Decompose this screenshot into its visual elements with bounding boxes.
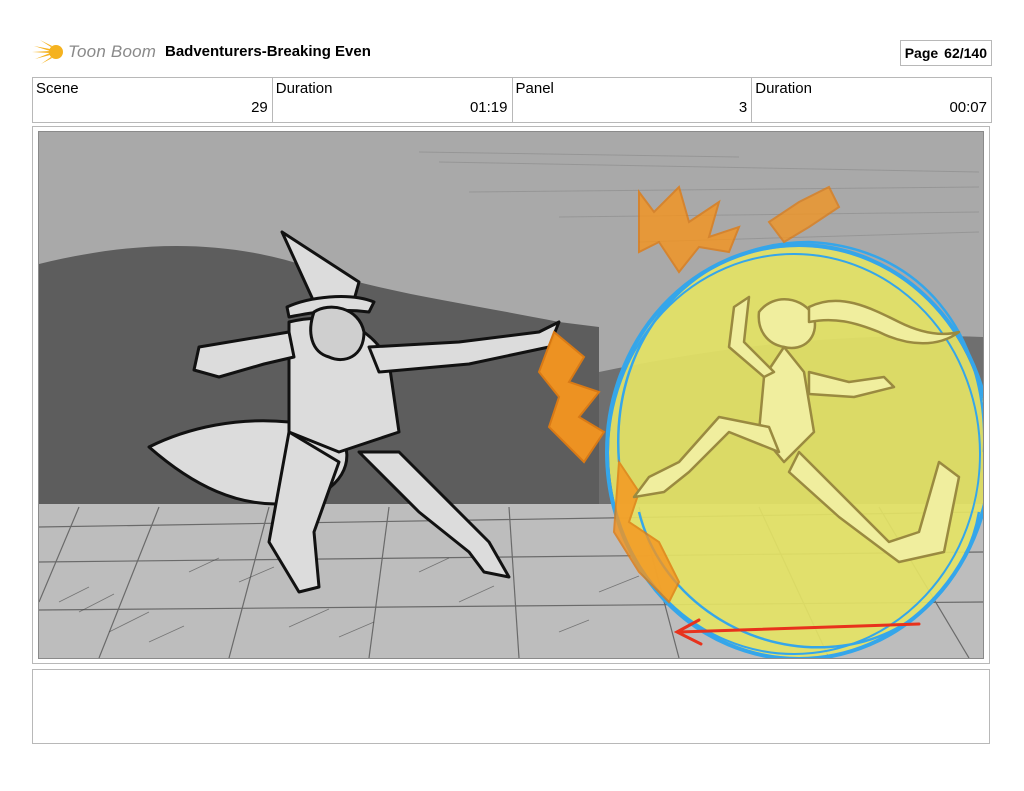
scene-value: 29 [251, 99, 268, 116]
page-label: Page [904, 45, 939, 61]
panel-duration-value: 00:07 [949, 99, 987, 116]
storyboard-panel-image [38, 131, 984, 659]
scene-duration-value: 01:19 [469, 99, 508, 116]
scene-label: Scene [36, 80, 79, 97]
sun-burst-logo-icon [32, 40, 63, 64]
page-indicator: Page 62/140 [899, 40, 992, 66]
brand-name: Toon Boom [68, 42, 157, 61]
panel-notes-box [32, 669, 990, 744]
panel-duration-cell: Duration 00:07 [752, 78, 991, 122]
scene-duration-cell: Duration 01:19 [273, 78, 513, 122]
storyboard-sketch [39, 132, 983, 658]
scene-info-table: Scene 29 Duration 01:19 Panel 3 Duration… [32, 77, 992, 123]
page-number: 62/140 [944, 45, 987, 61]
document-title: Badventurers-Breaking Even [165, 43, 371, 60]
panel-label: Panel [515, 80, 554, 97]
panel-value: 3 [738, 99, 748, 116]
toon-boom-logo: Toon Boom [32, 36, 156, 68]
panel-frame [32, 126, 990, 664]
panel-duration-label: Duration [755, 80, 812, 97]
page-header: Toon Boom Badventurers-Breaking Even Pag… [32, 36, 992, 68]
panel-cell: Panel 3 [513, 78, 753, 122]
scene-duration-label: Duration [275, 80, 333, 97]
scene-cell: Scene 29 [33, 78, 273, 122]
